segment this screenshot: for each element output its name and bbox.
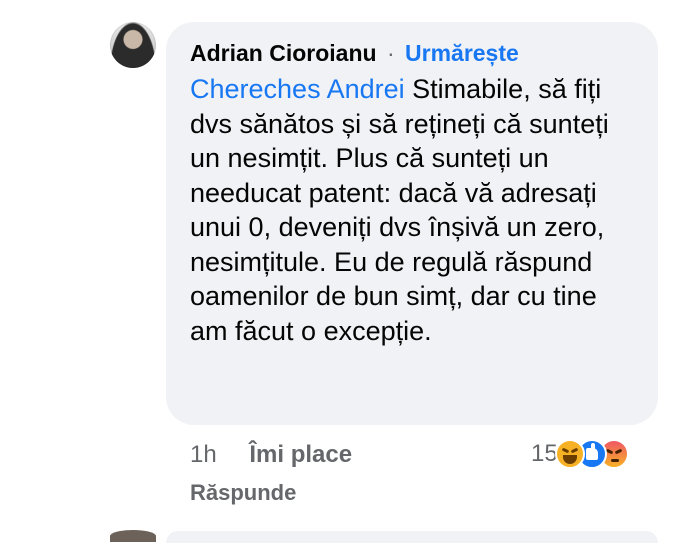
header-separator: · <box>386 40 395 66</box>
like-button[interactable]: Îmi place <box>249 441 352 468</box>
next-comment-bubble <box>166 531 658 543</box>
author-avatar[interactable] <box>110 22 156 68</box>
follow-button[interactable]: Urmărește <box>405 40 519 66</box>
haha-icon <box>554 439 585 469</box>
next-comment-avatar[interactable] <box>110 530 156 542</box>
mention-link[interactable]: Chereches Andrei <box>190 74 405 104</box>
reaction-summary[interactable]: 15 <box>531 436 629 472</box>
comment-bubble: Adrian Cioroianu · Urmărește Chereches A… <box>166 22 658 425</box>
reply-button[interactable]: Răspunde <box>190 477 296 509</box>
comment-text: Stimabile, să fiți dvs sănătos și să reț… <box>190 74 609 346</box>
author-name[interactable]: Adrian Cioroianu <box>190 40 377 66</box>
comment-time[interactable]: 1h <box>190 441 217 468</box>
comment-header: Adrian Cioroianu · Urmărește <box>190 38 519 68</box>
comment-actions: 1h Îmi place <box>190 438 352 472</box>
reaction-count: 15 <box>531 440 558 467</box>
comment-body: Chereches Andrei Stimabile, să fiți dvs … <box>190 72 640 348</box>
